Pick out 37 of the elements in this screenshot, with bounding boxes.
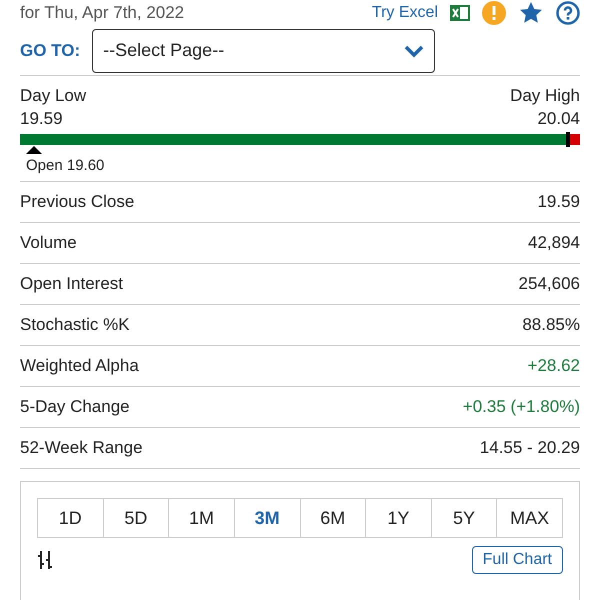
day-low-value: 19.59 [20, 108, 63, 130]
stat-value: +0.35 (+1.80%) [462, 396, 580, 418]
stat-label: Previous Close [20, 191, 134, 214]
stat-value: 254,606 [518, 273, 580, 296]
day-low-label: Day Low [20, 85, 86, 107]
period-tab[interactable]: 3M [234, 499, 300, 537]
day-high-label: Day High [510, 85, 580, 107]
spreadsheet-icon[interactable] [450, 3, 470, 23]
stat-value: 19.59 [537, 191, 580, 214]
stat-label: Stochastic %K [20, 314, 130, 336]
stat-label: 5-Day Change [20, 396, 130, 418]
stat-label: Weighted Alpha [20, 355, 139, 378]
star-icon[interactable] [518, 1, 544, 25]
help-icon[interactable] [556, 1, 580, 25]
period-tab[interactable]: 5Y [432, 499, 498, 537]
day-high-value: 20.04 [537, 108, 580, 130]
quote-date: for Thu, Apr 7th, 2022 [20, 2, 184, 24]
goto-label: GO TO: [20, 40, 80, 62]
period-tab[interactable]: 6M [300, 499, 366, 537]
stat-label: 52-Week Range [20, 437, 143, 460]
stat-value: 42,894 [528, 232, 580, 254]
excel-link[interactable]: Try Excel [372, 1, 438, 25]
page-select[interactable]: --Select Page-- [92, 28, 436, 72]
period-tab[interactable]: 1Y [366, 499, 432, 537]
stat-value: +28.62 [528, 355, 580, 378]
stat-value: 88.85% [522, 314, 580, 336]
period-tab[interactable]: 1D [38, 499, 104, 537]
period-tab[interactable]: 5D [104, 499, 170, 537]
stat-value: 14.55 - 20.29 [480, 437, 580, 460]
period-tab[interactable]: 1M [169, 499, 235, 537]
stat-label: Volume [20, 232, 77, 254]
full-chart-button[interactable]: Full Chart [472, 546, 563, 574]
chevron-down-icon [404, 44, 424, 58]
open-price: Open 19.60 [26, 156, 106, 176]
period-tab[interactable]: MAX [497, 499, 562, 537]
stat-label: Open Interest [20, 273, 124, 296]
candlestick-icon[interactable] [37, 550, 55, 570]
